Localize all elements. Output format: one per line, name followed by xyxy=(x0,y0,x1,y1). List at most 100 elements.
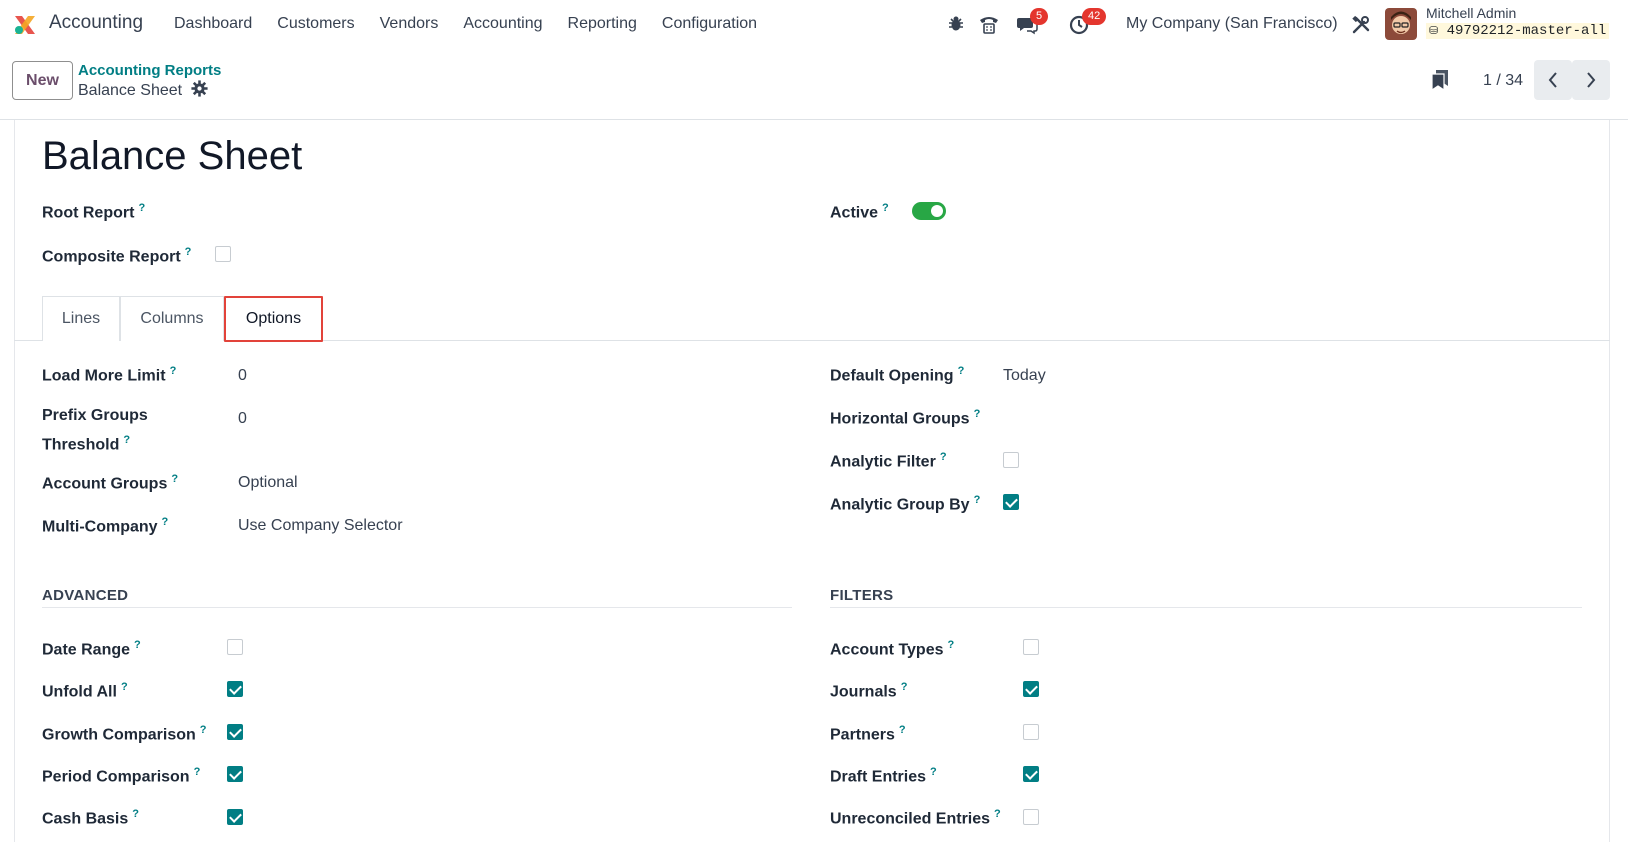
pager-next-button[interactable] xyxy=(1572,60,1610,100)
menu-reporting[interactable]: Reporting xyxy=(568,15,637,33)
menu-accounting[interactable]: Accounting xyxy=(463,15,542,33)
chevron-right-icon xyxy=(1587,72,1596,88)
control-panel: New Accounting Reports Balance Sheet 1 /… xyxy=(0,50,1628,120)
messages-badge: 5 xyxy=(1030,8,1049,25)
composite-report-label: Composite Report? xyxy=(42,246,192,266)
help-icon[interactable]: ? xyxy=(899,724,906,736)
horizontal-groups-label: Horizontal Groups? xyxy=(830,408,981,428)
help-icon[interactable]: ? xyxy=(948,639,955,651)
help-icon[interactable]: ? xyxy=(132,808,139,820)
phone-icon[interactable] xyxy=(978,13,1000,35)
help-icon[interactable]: ? xyxy=(171,473,178,485)
multi-company-label: Multi-Company? xyxy=(42,516,169,536)
database-name-text: 49792212-master-all xyxy=(1446,23,1607,39)
period-comparison-label: Period Comparison? xyxy=(42,766,201,786)
load-more-limit-label: Load More Limit? xyxy=(42,365,177,385)
accounting-app-icon[interactable] xyxy=(12,12,38,38)
horizontal-groups-field[interactable] xyxy=(1003,408,1303,430)
report-title[interactable]: Balance Sheet xyxy=(42,134,302,179)
database-icon: ⛁ xyxy=(1429,26,1439,38)
account-groups-field[interactable]: Optional xyxy=(238,474,298,492)
analytic-filter-checkbox[interactable] xyxy=(1003,452,1019,468)
database-name: ⛁ 49792212-master-all xyxy=(1426,23,1610,39)
tab-columns[interactable]: Columns xyxy=(120,296,224,341)
multi-company-field[interactable]: Use Company Selector xyxy=(238,517,403,535)
bookmark-stack-icon[interactable] xyxy=(1430,68,1450,92)
partners-checkbox[interactable] xyxy=(1023,724,1039,740)
tab-options[interactable]: Options xyxy=(224,296,323,342)
journals-checkbox[interactable] xyxy=(1023,681,1039,697)
chevron-left-icon xyxy=(1548,72,1557,88)
bug-icon[interactable] xyxy=(946,14,966,34)
default-opening-field[interactable]: Today xyxy=(1003,367,1046,385)
help-icon[interactable]: ? xyxy=(958,365,965,377)
journals-label: Journals? xyxy=(830,681,908,701)
draft-entries-checkbox[interactable] xyxy=(1023,766,1039,782)
help-icon[interactable]: ? xyxy=(974,494,981,506)
active-label: Active? xyxy=(830,202,889,222)
menu-configuration[interactable]: Configuration xyxy=(662,15,757,33)
tab-lines[interactable]: Lines xyxy=(42,296,120,341)
help-icon[interactable]: ? xyxy=(138,202,145,214)
unreconciled-entries-checkbox[interactable] xyxy=(1023,809,1039,825)
app-name[interactable]: Accounting xyxy=(49,12,143,34)
active-toggle[interactable] xyxy=(912,202,946,220)
account-types-checkbox[interactable] xyxy=(1023,639,1039,655)
help-icon[interactable]: ? xyxy=(994,808,1001,820)
filters-section-title: FILTERS xyxy=(830,587,894,604)
prefix-groups-threshold-field[interactable]: 0 xyxy=(238,410,247,428)
draft-entries-label: Draft Entries? xyxy=(830,766,937,786)
help-icon[interactable]: ? xyxy=(170,365,177,377)
tools-icon[interactable] xyxy=(1350,14,1372,36)
pager-value[interactable]: 1 / 34 xyxy=(1483,72,1523,90)
growth-comparison-label: Growth Comparison? xyxy=(42,724,207,744)
default-opening-label: Default Opening? xyxy=(830,365,965,385)
main-menu: Dashboard Customers Vendors Accounting R… xyxy=(174,15,782,33)
help-icon[interactable]: ? xyxy=(162,516,169,528)
gear-icon[interactable] xyxy=(191,80,208,97)
period-comparison-checkbox[interactable] xyxy=(227,766,243,782)
help-icon[interactable]: ? xyxy=(882,202,889,214)
activities-badge: 42 xyxy=(1082,8,1107,25)
advanced-section-title: ADVANCED xyxy=(42,587,129,604)
analytic-group-by-label: Analytic Group By? xyxy=(830,494,981,514)
help-icon[interactable]: ? xyxy=(134,639,141,651)
account-types-label: Account Types? xyxy=(830,639,955,659)
date-range-checkbox[interactable] xyxy=(227,639,243,655)
top-navbar: Accounting Dashboard Customers Vendors A… xyxy=(0,0,1628,50)
analytic-group-by-checkbox[interactable] xyxy=(1003,494,1019,510)
root-report-label: Root Report? xyxy=(42,202,146,222)
user-name[interactable]: Mitchell Admin xyxy=(1426,5,1516,21)
account-groups-label: Account Groups? xyxy=(42,473,179,493)
date-range-label: Date Range? xyxy=(42,639,141,659)
unfold-all-label: Unfold All? xyxy=(42,681,128,701)
composite-report-checkbox[interactable] xyxy=(215,246,231,262)
help-icon[interactable]: ? xyxy=(974,408,981,420)
prefix-groups-threshold-label: Prefix Groups Threshold? xyxy=(42,407,148,454)
help-icon[interactable]: ? xyxy=(123,434,130,446)
help-icon[interactable]: ? xyxy=(200,724,207,736)
new-button[interactable]: New xyxy=(12,61,73,100)
company-switcher[interactable]: My Company (San Francisco) xyxy=(1126,15,1338,33)
partners-label: Partners? xyxy=(830,724,906,744)
advanced-section-divider xyxy=(42,607,792,608)
load-more-limit-field[interactable]: 0 xyxy=(238,367,247,385)
unfold-all-checkbox[interactable] xyxy=(227,681,243,697)
growth-comparison-checkbox[interactable] xyxy=(227,724,243,740)
help-icon[interactable]: ? xyxy=(185,246,192,258)
menu-customers[interactable]: Customers xyxy=(277,15,354,33)
filters-section-divider xyxy=(830,607,1582,608)
breadcrumb-current: Balance Sheet xyxy=(78,82,183,99)
cash-basis-checkbox[interactable] xyxy=(227,809,243,825)
user-avatar[interactable] xyxy=(1385,8,1417,40)
pager-previous-button[interactable] xyxy=(1534,60,1572,100)
help-icon[interactable]: ? xyxy=(194,766,201,778)
breadcrumb-parent[interactable]: Accounting Reports xyxy=(78,62,221,79)
menu-dashboard[interactable]: Dashboard xyxy=(174,15,252,33)
menu-vendors[interactable]: Vendors xyxy=(380,15,439,33)
help-icon[interactable]: ? xyxy=(121,681,128,693)
cash-basis-label: Cash Basis? xyxy=(42,808,139,828)
help-icon[interactable]: ? xyxy=(930,766,937,778)
help-icon[interactable]: ? xyxy=(901,681,908,693)
help-icon[interactable]: ? xyxy=(940,451,947,463)
